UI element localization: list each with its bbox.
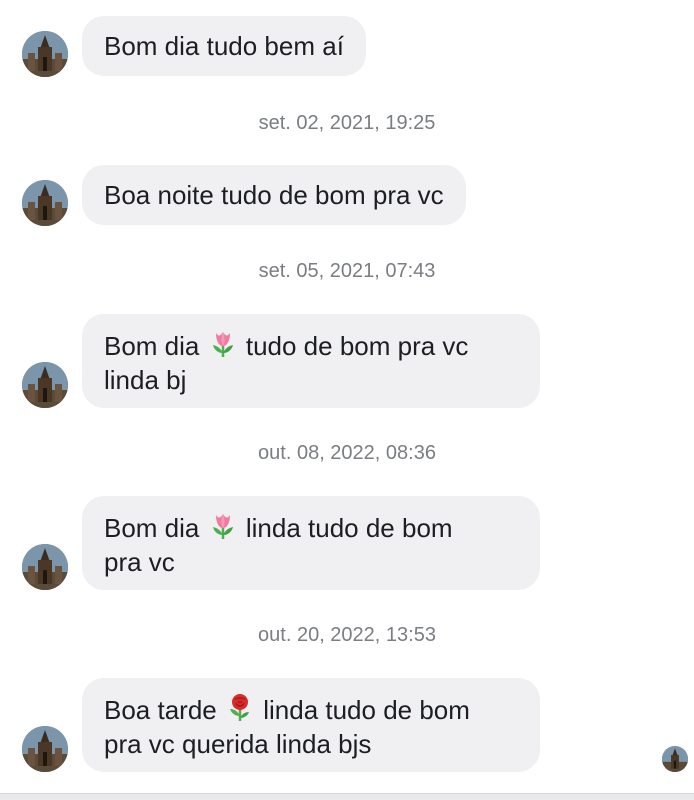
message-line: Bom dia linda tudo de bom xyxy=(104,509,518,545)
tulip-emoji-icon xyxy=(212,332,233,357)
message-line: pra vc xyxy=(104,547,175,577)
rose-emoji-icon xyxy=(229,694,249,721)
church-photo-icon xyxy=(662,746,688,772)
message-text: Boa noite tudo de bom pra vc xyxy=(104,180,444,210)
sender-avatar[interactable] xyxy=(22,544,68,590)
church-photo-icon xyxy=(22,31,68,77)
tulip-emoji-icon xyxy=(212,514,233,539)
message-bubble[interactable]: Bom dia linda tudo de bom pra vc xyxy=(82,496,540,590)
message-bubble[interactable]: Bom dia tudo de bom pra vc linda bj xyxy=(82,314,540,408)
sender-avatar[interactable] xyxy=(22,726,68,772)
composer-divider xyxy=(0,793,694,800)
message-line: linda bj xyxy=(104,365,187,395)
timestamp: set. 05, 2021, 07:43 xyxy=(258,260,436,282)
message-text: linda tudo de bom xyxy=(263,695,470,725)
message-text: Boa tarde xyxy=(104,695,217,725)
message-line: Bom dia tudo de bom pra vc xyxy=(104,327,518,363)
timestamp: out. 20, 2022, 13:53 xyxy=(258,624,436,646)
message-line: pra vc querida linda bjs xyxy=(104,729,372,759)
message-text: tudo de bom pra vc xyxy=(245,331,469,361)
seen-avatar xyxy=(662,746,688,772)
sender-avatar[interactable] xyxy=(22,31,68,77)
message-text: Bom dia xyxy=(104,513,200,543)
message-text: Bom dia tudo bem aí xyxy=(104,31,344,61)
message-bubble[interactable]: Boa noite tudo de bom pra vc xyxy=(82,165,466,225)
church-photo-icon xyxy=(22,726,68,772)
sender-avatar[interactable] xyxy=(22,362,68,408)
timestamp: out. 08, 2022, 08:36 xyxy=(258,442,436,464)
message-text: Bom dia xyxy=(104,331,200,361)
message-line: Boa tarde linda tudo de bom xyxy=(104,691,518,727)
sender-avatar[interactable] xyxy=(22,180,68,226)
church-photo-icon xyxy=(22,362,68,408)
timestamp: set. 02, 2021, 19:25 xyxy=(258,112,436,134)
church-photo-icon xyxy=(22,544,68,590)
message-text: linda tudo de bom xyxy=(245,513,453,543)
message-bubble[interactable]: Boa tarde linda tudo de bom pra vc queri… xyxy=(82,678,540,772)
message-bubble[interactable]: Bom dia tudo bem aí xyxy=(82,16,366,76)
church-photo-icon xyxy=(22,180,68,226)
